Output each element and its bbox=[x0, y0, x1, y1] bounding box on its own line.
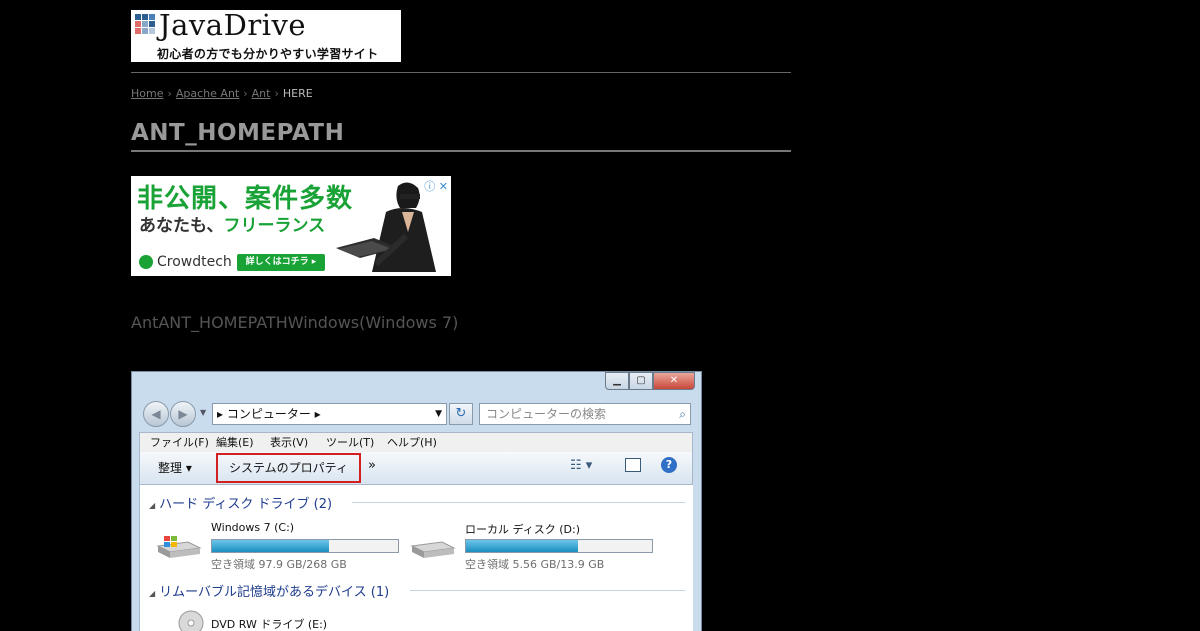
menu-view: 表示(V) bbox=[270, 436, 309, 449]
local-drive-icon bbox=[410, 541, 456, 558]
collapse-arrow-icon: ◢ bbox=[149, 589, 156, 598]
group-removable-title: リムーバブル記憶域があるデバイス (1) bbox=[159, 585, 390, 600]
help-icon: ? bbox=[661, 457, 677, 473]
history-dropdown-icon: ▼ bbox=[200, 408, 207, 417]
address-bar: ▸ コンピューター ▸ ▼ bbox=[212, 403, 447, 425]
window-controls: ▁ ▢ ✕ bbox=[605, 372, 695, 390]
drive-free-space: 空き領域 97.9 GB/268 GB bbox=[211, 558, 347, 571]
breadcrumb-separator: › bbox=[274, 87, 279, 100]
group-removable: ◢ リムーバブル記憶域があるデバイス (1) bbox=[149, 581, 389, 600]
group-divider bbox=[410, 590, 685, 591]
explorer-content: ◢ ハード ディスク ドライブ (2) Windows 7 (C:) 空き領域 9… bbox=[139, 485, 693, 631]
dvd-drive-icon bbox=[178, 610, 204, 631]
address-path: ▸ コンピューター ▸ bbox=[217, 407, 321, 421]
ad-headline: 非公開、案件多数 bbox=[137, 184, 354, 214]
ad-brand-logo: Crowdtech bbox=[139, 254, 232, 270]
close-icon: ✕ bbox=[653, 372, 695, 390]
group-hard-disks-title: ハード ディスク ドライブ (2) bbox=[159, 497, 333, 512]
logo-subtitle: 初心者の方でも分かりやすい学習サイト bbox=[157, 47, 379, 61]
menu-edit: 編集(E) bbox=[216, 436, 254, 449]
breadcrumb: Home › Apache Ant › Ant › HERE bbox=[131, 87, 313, 100]
drive-usage-bar bbox=[211, 539, 399, 553]
forward-arrow-icon: ▶ bbox=[170, 401, 196, 427]
site-logo[interactable]: JavaDrive 初心者の方でも分かりやすい学習サイト bbox=[131, 8, 401, 62]
logo-title: JavaDrive bbox=[159, 8, 307, 42]
breadcrumb-separator: › bbox=[167, 87, 172, 100]
search-icon: ⌕ bbox=[679, 407, 686, 421]
drive-name: Windows 7 (C:) bbox=[211, 521, 295, 534]
breadcrumb-home[interactable]: Home bbox=[131, 87, 163, 100]
search-placeholder: コンピューターの検索 bbox=[486, 407, 607, 421]
menu-tools: ツール(T) bbox=[326, 436, 375, 449]
ad-subheadline: あなたも、フリーランス bbox=[139, 211, 325, 236]
ad-subheadline-highlight: フリーランス bbox=[223, 216, 326, 236]
explorer-screenshot: ▁ ▢ ✕ ◀ ▶ ▼ ▸ コンピューター ▸ ▼ ↻ コンピューターの検索 ⌕… bbox=[131, 371, 702, 631]
breadcrumb-current: HERE bbox=[282, 87, 313, 100]
drive-usage-fill bbox=[466, 540, 578, 552]
menu-help: ヘルプ(H) bbox=[387, 436, 437, 449]
header-divider bbox=[131, 72, 791, 73]
collapse-arrow-icon: ◢ bbox=[149, 501, 156, 510]
menu-file: ファイル(F) bbox=[150, 436, 209, 449]
logo-mark-icon bbox=[135, 14, 157, 36]
breadcrumb-separator: › bbox=[243, 87, 248, 100]
drive-usage-fill bbox=[212, 540, 330, 552]
system-properties-button: システムのプロパティ bbox=[216, 453, 361, 483]
search-box: コンピューターの検索 ⌕ bbox=[479, 403, 691, 425]
minimize-icon: ▁ bbox=[605, 372, 629, 390]
back-arrow-icon: ◀ bbox=[143, 401, 169, 427]
ad-brand-name: Crowdtech bbox=[157, 254, 232, 270]
drive-free-space: 空き領域 5.56 GB/13.9 GB bbox=[465, 558, 605, 571]
preview-pane-icon bbox=[625, 458, 641, 472]
ad-info-close-icon[interactable]: ⓘ ✕ bbox=[424, 178, 448, 194]
view-options-icon: ☷ ▾ bbox=[570, 458, 593, 473]
command-bar: 整理 ▾ システムのプロパティ » ☷ ▾ ? bbox=[139, 452, 693, 485]
page-title: ANT_HOMEPATH bbox=[131, 120, 345, 146]
scrollbar bbox=[693, 485, 700, 631]
ad-banner[interactable]: 非公開、案件多数 あなたも、フリーランス Crowdtech 詳しくはコチラ ▸… bbox=[131, 176, 451, 276]
group-hard-disks: ◢ ハード ディスク ドライブ (2) bbox=[149, 493, 332, 512]
more-commands-icon: » bbox=[368, 458, 376, 473]
maximize-icon: ▢ bbox=[629, 372, 653, 390]
intro-paragraph: AntANT_HOMEPATHWindows(Windows 7) bbox=[131, 313, 459, 332]
chevron-down-icon: ▼ bbox=[435, 409, 442, 419]
ad-subheadline-prefix: あなたも、 bbox=[139, 216, 224, 236]
breadcrumb-apache-ant[interactable]: Apache Ant bbox=[176, 87, 239, 100]
refresh-icon: ↻ bbox=[449, 403, 473, 425]
dvd-drive-name: DVD RW ドライブ (E:) bbox=[211, 618, 328, 631]
windows-drive-icon bbox=[156, 536, 202, 558]
organize-button: 整理 ▾ bbox=[158, 461, 192, 475]
crowdtech-logo-icon bbox=[139, 255, 153, 269]
ad-details-button[interactable]: 詳しくはコチラ ▸ bbox=[237, 254, 325, 271]
drive-usage-bar bbox=[465, 539, 653, 553]
breadcrumb-ant[interactable]: Ant bbox=[252, 87, 271, 100]
group-divider bbox=[352, 502, 685, 503]
drive-name: ローカル ディスク (D:) bbox=[465, 523, 580, 536]
title-divider bbox=[131, 150, 791, 152]
menu-bar: ファイル(F) 編集(E) 表示(V) ツール(T) ヘルプ(H) bbox=[139, 432, 693, 453]
